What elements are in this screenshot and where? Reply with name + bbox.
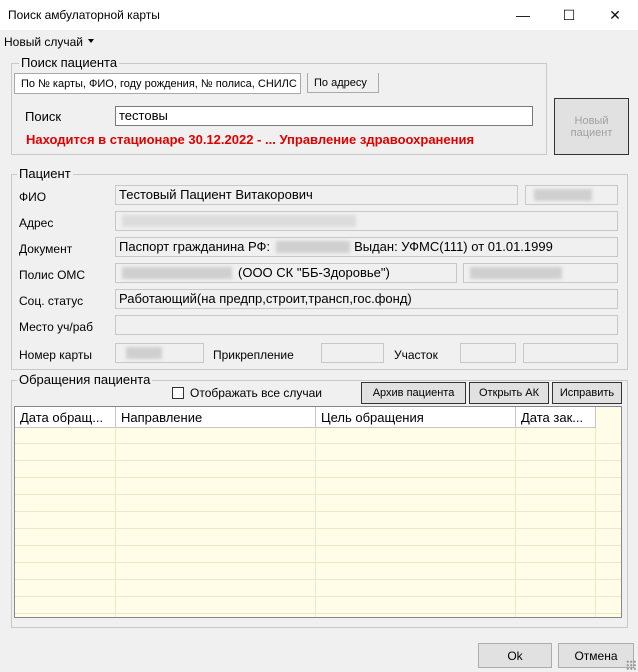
table-row [15,462,621,478]
attachment-field[interactable] [321,343,384,363]
district-extra-field[interactable] [523,343,618,363]
tab-search-address[interactable]: По адресу [307,73,379,93]
redacted-block [122,215,356,227]
document-issued: Выдан: УФМС(111) от 01.01.1999 [354,239,553,254]
redacted-block [534,189,592,201]
tab-search-main[interactable]: По № карты, ФИО, году рождения, № полиса… [14,73,301,94]
chevron-down-icon [88,39,94,43]
patient-group-legend: Пациент [17,166,73,181]
table-row [15,513,621,529]
address-field[interactable] [115,211,618,231]
social-status-field[interactable]: Работающий(на предпр,строит,трансп,гос.ф… [115,289,618,309]
redacted-block [470,267,562,279]
document-label: Документ [19,242,73,256]
district-label: Участок [394,348,438,362]
redacted-block [126,347,162,359]
district-field[interactable] [460,343,516,363]
minimize-button[interactable]: — [500,0,546,30]
oms-field[interactable]: (ООО СК "ББ-Здоровье") [115,263,457,283]
table-row [15,547,621,563]
oms-label: Полис ОМС [19,268,86,282]
work-place-field[interactable] [115,315,618,335]
document-field[interactable]: Паспорт гражданина РФ: Выдан: УФМС(111) … [115,237,618,257]
resize-grip-icon[interactable] [626,660,636,670]
table-row [15,581,621,597]
table-row [15,479,621,495]
ok-button[interactable]: Ok [478,643,552,668]
column-visit-date[interactable]: Дата обращ... [15,407,116,428]
menu-bar [0,31,638,51]
window-title: Поиск амбулаторной карты [8,8,160,22]
fix-button[interactable]: Исправить [552,382,622,404]
maximize-button[interactable]: ☐ [546,0,592,30]
visits-group-legend: Обращения пациента [17,372,153,387]
patient-archive-button[interactable]: Архив пациента [361,382,466,404]
birthdate-field[interactable] [525,185,618,205]
search-group-legend: Поиск пациента [19,55,120,70]
table-row [15,428,621,444]
fio-label: ФИО [19,190,47,204]
table-row [15,530,621,546]
show-all-label: Отображать все случаи [190,386,322,400]
redacted-block [122,267,232,279]
table-row [15,598,621,614]
show-all-checkbox[interactable] [172,387,184,399]
search-input[interactable]: тестовы [115,106,533,126]
cancel-button[interactable]: Отмена [558,643,634,668]
open-ak-button[interactable]: Открыть АК [469,382,549,404]
column-purpose[interactable]: Цель обращения [316,407,516,428]
visits-table[interactable]: Дата обращ... Направление Цель обращения… [14,406,622,618]
menu-new-case[interactable]: Новый случай [4,35,83,49]
table-header: Дата обращ... Направление Цель обращения… [15,407,596,428]
close-button[interactable]: ✕ [592,0,638,30]
table-row [15,496,621,512]
card-number-label: Номер карты [19,348,92,362]
table-row [15,564,621,580]
fio-field[interactable]: Тестовый Пациент Витакорович [115,185,518,205]
oms-company: (ООО СК "ББ-Здоровье") [238,265,390,280]
table-row [15,445,621,461]
search-label: Поиск [25,109,62,124]
new-patient-button[interactable]: Новый пациент [554,98,629,155]
card-number-field[interactable] [115,343,204,363]
column-direction[interactable]: Направление [116,407,316,428]
inpatient-warning: Находится в стационаре 30.12.2022 - ... … [26,132,475,147]
social-status-label: Соц. статус [19,294,84,308]
column-close-date[interactable]: Дата зак... [516,407,596,428]
oms-number-field[interactable] [463,263,618,283]
document-type: Паспорт гражданина РФ: [119,239,271,254]
address-label: Адрес [19,216,54,230]
work-place-label: Место уч/раб [19,320,93,334]
redacted-block [276,241,351,253]
attachment-label: Прикрепление [213,348,294,362]
